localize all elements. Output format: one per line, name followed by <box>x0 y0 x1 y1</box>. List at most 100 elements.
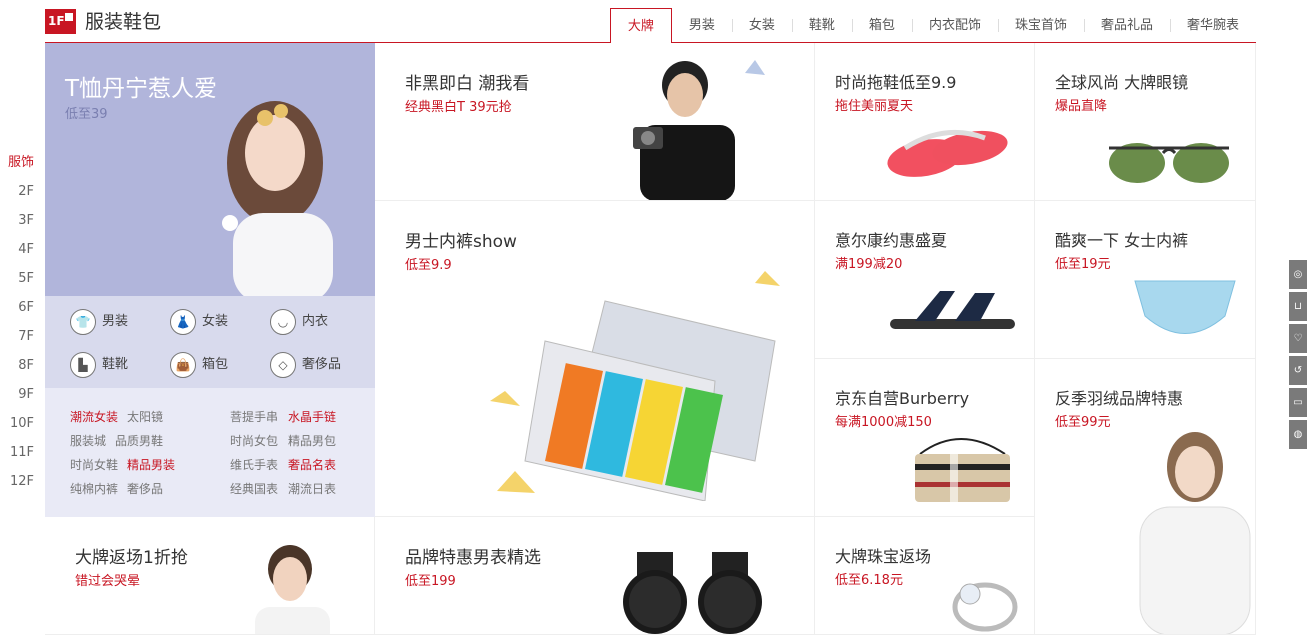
card-title: 大牌珠宝返场 <box>835 547 932 566</box>
card-title: 品牌特惠男表精选 <box>405 548 541 568</box>
cart-icon[interactable]: ⊔ <box>1289 292 1307 321</box>
card-down-jacket[interactable]: 反季羽绒品牌特惠 低至99元 <box>1035 359 1256 635</box>
card-women-underwear[interactable]: 酷爽一下 女士内裤 低至19元 <box>1035 201 1256 359</box>
card-subtitle: 拖住美丽夏天 <box>835 99 914 114</box>
link-luxury[interactable]: 奢侈品 <box>127 480 163 497</box>
card-title: 非黑即白 潮我看 <box>405 74 530 94</box>
card-title: 酷爽一下 女士内裤 <box>1055 231 1189 250</box>
elevator-item-7f[interactable]: 7F <box>0 322 40 351</box>
link-women-bags[interactable]: 时尚女包 <box>230 432 278 449</box>
card-title: 意尔康约惠盛夏 <box>835 231 948 250</box>
elevator-item-9f[interactable]: 9F <box>0 380 40 409</box>
card-brand-return[interactable]: 大牌返场1折抢 错过会哭晕 <box>45 517 375 635</box>
bra-icon: ◡ <box>270 309 296 335</box>
tab-jewelry[interactable]: 珠宝首饰 <box>997 8 1084 43</box>
sandals-image <box>890 291 1015 329</box>
elevator-item-3f[interactable]: 3F <box>0 206 40 235</box>
tab-bags[interactable]: 箱包 <box>851 8 912 43</box>
feature-banner[interactable]: T恤丹宁惹人爱 低至39 <box>45 43 375 296</box>
link-sunglasses[interactable]: 太阳镜 <box>127 408 163 425</box>
link-men-bags[interactable]: 精品男包 <box>288 432 336 449</box>
link-women-shoes[interactable]: 时尚女鞋 <box>70 456 118 473</box>
card-black-white[interactable]: 非黑即白 潮我看 经典黑白T 39元抢 <box>375 43 815 201</box>
quick-links: 潮流女装 太阳镜 菩提手串 水晶手链 服装城 品质男鞋 时尚女包 精品男包 时尚… <box>45 388 375 517</box>
link-men-clothing[interactable]: 精品男装 <box>127 456 175 473</box>
card-sunglasses[interactable]: 全球风尚 大牌眼镜 爆品直降 <box>1035 43 1256 201</box>
user-icon[interactable]: ◎ <box>1289 260 1307 289</box>
link-national-watches[interactable]: 经典国表 <box>230 480 278 497</box>
card-subtitle: 低至99元 <box>1055 415 1111 430</box>
shirt-icon: 👕 <box>70 309 96 335</box>
tab-shoes[interactable]: 鞋靴 <box>791 8 852 43</box>
category-men[interactable]: 👕 男装 <box>70 309 128 335</box>
tab-men[interactable]: 男装 <box>672 8 732 43</box>
model-image <box>222 101 333 296</box>
card-subtitle: 低至9.9 <box>405 258 452 273</box>
tab-underwear[interactable]: 内衣配饰 <box>911 8 998 43</box>
dress-icon: 👗 <box>170 309 196 335</box>
elevator-item-4f[interactable]: 4F <box>0 235 40 264</box>
link-trend-women[interactable]: 潮流女装 <box>70 408 118 425</box>
elevator-item-12f[interactable]: 12F <box>0 467 40 496</box>
side-toolbar: ◎ ⊔ ♡ ↺ ▭ ◍ <box>1289 260 1307 452</box>
card-subtitle: 错过会哭晕 <box>75 574 141 589</box>
card-subtitle: 爆品直降 <box>1055 99 1108 114</box>
card-title: 大牌返场1折抢 <box>75 548 188 568</box>
card-men-watches[interactable]: 品牌特惠男表精选 低至199 <box>375 517 815 635</box>
card-men-underwear[interactable]: 男士内裤show 低至9.9 <box>375 201 815 517</box>
tab-watches[interactable]: 奢华腕表 <box>1169 8 1256 43</box>
floor-elevator: 服饰 2F 3F 4F 5F 6F 7F 8F 9F 10F 11F 12F <box>0 148 40 496</box>
ring-image <box>952 582 1018 632</box>
link-japanese-watches[interactable]: 潮流日表 <box>288 480 336 497</box>
category-shoes[interactable]: ▙ 鞋靴 <box>70 352 128 378</box>
category-bags[interactable]: 👜 箱包 <box>170 352 228 378</box>
burberry-bag-image <box>915 438 1010 502</box>
elevator-item-apparel[interactable]: 服饰 <box>0 148 40 177</box>
card-title: 全球风尚 大牌眼镜 <box>1055 73 1189 92</box>
card-burberry[interactable]: 京东自营Burberry 每满1000减150 <box>815 359 1035 517</box>
category-underwear[interactable]: ◡ 内衣 <box>270 309 328 335</box>
card-subtitle: 低至6.18元 <box>835 573 903 588</box>
category-luxury[interactable]: ◇ 奢侈品 <box>270 352 341 378</box>
sunglasses-image <box>1109 143 1229 183</box>
card-sandals[interactable]: 意尔康约惠盛夏 满199减20 <box>815 201 1035 359</box>
card-subtitle: 低至199 <box>405 574 456 589</box>
bag-icon: 👜 <box>170 352 196 378</box>
card-title: 时尚拖鞋低至9.9 <box>835 73 957 92</box>
floor-badge: 1F <box>45 9 76 34</box>
link-men-shoes[interactable]: 品质男鞋 <box>115 432 163 449</box>
history-icon[interactable]: ↺ <box>1289 356 1307 385</box>
tab-women[interactable]: 女装 <box>731 8 792 43</box>
card-title: 京东自营Burberry <box>835 389 970 408</box>
elevator-item-2f[interactable]: 2F <box>0 177 40 206</box>
link-crystal[interactable]: 水晶手链 <box>288 408 336 425</box>
link-victorinox[interactable]: 维氏手表 <box>230 456 278 473</box>
elevator-item-5f[interactable]: 5F <box>0 264 40 293</box>
floor-grid: T恤丹宁惹人爱 低至39 👕 男装 👗 女装 ◡ 内衣 ▙ 鞋靴 👜 箱包 ◇ 奢侈品 潮流… <box>45 43 1256 635</box>
card-jewelry[interactable]: 大牌珠宝返场 低至6.18元 <box>815 517 1035 635</box>
link-bodhi[interactable]: 菩提手串 <box>230 408 278 425</box>
heart-icon[interactable]: ♡ <box>1289 324 1307 353</box>
elevator-item-11f[interactable]: 11F <box>0 438 40 467</box>
tab-brand[interactable]: 大牌 <box>609 8 672 44</box>
card-subtitle: 经典黑白T 39元抢 <box>405 100 512 115</box>
link-cotton-briefs[interactable]: 纯棉内裤 <box>70 480 118 497</box>
link-luxury-watches[interactable]: 奢品名表 <box>288 456 336 473</box>
elevator-item-6f[interactable]: 6F <box>0 293 40 322</box>
link-apparel-city[interactable]: 服装城 <box>70 432 106 449</box>
elevator-item-8f[interactable]: 8F <box>0 351 40 380</box>
underwear-box-image <box>490 271 780 501</box>
message-icon[interactable]: ▭ <box>1289 388 1307 417</box>
floor-header: 1F 服装鞋包 大牌 男装 女装 鞋靴 箱包 内衣配饰 珠宝首饰 奢品礼品 奢华… <box>45 6 1256 44</box>
watches-image <box>623 552 762 634</box>
card-title: 男士内裤show <box>405 232 517 252</box>
card-subtitle: 满199减20 <box>835 257 903 272</box>
tab-gifts[interactable]: 奢品礼品 <box>1083 8 1170 43</box>
card-slippers[interactable]: 时尚拖鞋低至9.9 拖住美丽夏天 <box>815 43 1035 201</box>
elevator-item-10f[interactable]: 10F <box>0 409 40 438</box>
lace-underwear-image <box>1134 280 1236 334</box>
feature-panel[interactable]: T恤丹宁惹人爱 低至39 👕 男装 👗 女装 ◡ 内衣 ▙ 鞋靴 👜 箱包 ◇ 奢侈品 潮流… <box>45 43 375 517</box>
category-women[interactable]: 👗 女装 <box>170 309 228 335</box>
model-woman-image <box>1139 432 1251 634</box>
coupon-icon[interactable]: ◍ <box>1289 420 1307 449</box>
